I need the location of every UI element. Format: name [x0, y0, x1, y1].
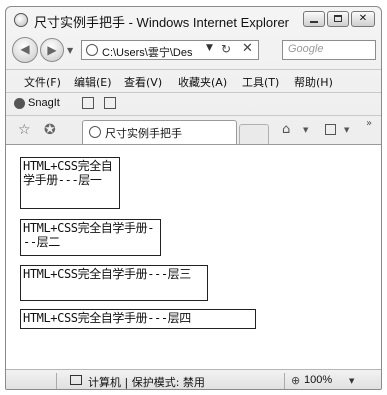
layer-three: HTML+CSS完全自学手册---层三: [20, 265, 208, 301]
menu-help[interactable]: 帮助(H): [294, 74, 333, 90]
tab-row: ☆ ✪ 尺寸实例手把手 ⌂ ▼ ▼ »: [6, 115, 381, 144]
status-bar: 计算机 | 保护模式: 禁用 ⊕ 100% ▼: [6, 369, 381, 389]
page-icon: [89, 126, 101, 138]
recent-pages-dropdown[interactable]: ▼: [67, 46, 73, 55]
new-tab-button[interactable]: [239, 124, 269, 144]
feed-icon[interactable]: [325, 124, 336, 135]
maximize-button[interactable]: [327, 11, 349, 27]
browser-window: 尺寸实例手把手 - Windows Internet Explorer ✕ ◀ …: [5, 6, 382, 390]
security-zone[interactable]: 计算机 | 保护模式: 禁用: [88, 374, 205, 389]
search-input[interactable]: Google: [282, 40, 376, 60]
status-divider: [284, 373, 285, 389]
tab-current[interactable]: 尺寸实例手把手: [82, 120, 237, 144]
close-icon: ✕: [358, 13, 368, 24]
close-button[interactable]: ✕: [351, 11, 375, 27]
title-bar: 尺寸实例手把手 - Windows Internet Explorer ✕: [6, 7, 381, 33]
zoom-level[interactable]: 100%: [304, 374, 332, 386]
snagit-icon: [14, 98, 25, 109]
address-bar[interactable]: C:\Users\雲宁\Des ▼ ↻ ✕: [81, 40, 259, 60]
maximize-icon: [328, 12, 348, 26]
layer-one: HTML+CSS完全自学手册---层一: [20, 157, 120, 209]
snagit-toolbar: SnagIt: [6, 92, 381, 115]
back-button[interactable]: ◀: [12, 37, 38, 63]
status-divider: [56, 373, 57, 389]
refresh-icon[interactable]: ↻: [221, 42, 231, 56]
zoom-icon[interactable]: ⊕: [291, 374, 300, 387]
arrow-left-icon: ◀: [20, 42, 30, 56]
star-icon[interactable]: ☆: [18, 122, 31, 138]
tab-label: 尺寸实例手把手: [105, 127, 182, 140]
zoom-dropdown-icon[interactable]: ▼: [349, 377, 354, 385]
window-title: 尺寸实例手把手 - Windows Internet Explorer: [34, 15, 290, 30]
address-url[interactable]: C:\Users\雲宁\Des: [102, 44, 202, 60]
menu-edit[interactable]: 编辑(E): [74, 74, 112, 90]
address-dropdown-icon[interactable]: ▼: [206, 43, 213, 53]
home-icon[interactable]: ⌂: [282, 122, 290, 137]
minimize-icon: [304, 12, 324, 26]
menu-view[interactable]: 查看(V): [124, 74, 162, 90]
page-icon: [86, 44, 98, 56]
home-dropdown-icon[interactable]: ▼: [303, 126, 308, 134]
arrow-right-icon: ▶: [47, 43, 57, 57]
minimize-button[interactable]: [303, 11, 325, 27]
page-content: HTML+CSS完全自学手册---层一 HTML+CSS完全自学手册---层二 …: [6, 144, 381, 369]
stop-icon[interactable]: ✕: [242, 41, 253, 56]
layer-two: HTML+CSS完全自学手册---层二: [20, 219, 161, 256]
forward-button[interactable]: ▶: [40, 38, 64, 62]
layer-four: HTML+CSS完全自学手册---层四: [20, 309, 256, 329]
capture-options-icon[interactable]: [104, 97, 116, 109]
menu-favorites[interactable]: 收藏夹(A): [178, 74, 227, 90]
capture-icon[interactable]: [82, 97, 94, 109]
menu-tools[interactable]: 工具(T): [242, 74, 279, 90]
caption-buttons: ✕: [303, 11, 375, 27]
chevron-right-icon[interactable]: »: [366, 118, 372, 129]
menu-bar: 文件(F) 编辑(E) 查看(V) 收藏夹(A) 工具(T) 帮助(H): [6, 69, 381, 92]
feed-dropdown-icon[interactable]: ▼: [344, 126, 349, 134]
ie-logo-icon: [14, 13, 28, 27]
address-row: ◀ ▶ ▼ C:\Users\雲宁\Des ▼ ↻ ✕ Google: [6, 34, 381, 68]
menu-file[interactable]: 文件(F): [24, 74, 61, 90]
computer-icon: [70, 375, 82, 385]
add-favorite-icon[interactable]: ✪: [44, 122, 56, 138]
snagit-button[interactable]: SnagIt: [28, 97, 60, 109]
